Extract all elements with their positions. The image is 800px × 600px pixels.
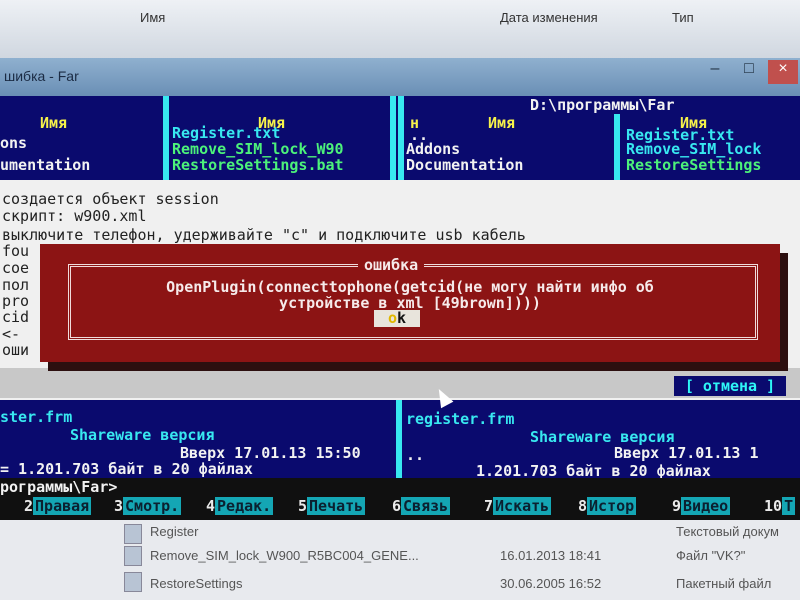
panel-path: D:\программы\Far	[530, 96, 675, 114]
key-f7-button[interactable]: Искать	[493, 497, 552, 515]
file-item[interactable]: ons	[0, 134, 27, 152]
file-item[interactable]: RestoreSettings	[626, 156, 761, 174]
file-name[interactable]: Remove_SIM_lock_W900_R5BC004_GENE...	[150, 548, 419, 563]
window-title: шибка - Far	[4, 68, 79, 84]
file-date: 16.01.2013 18:41	[500, 548, 602, 563]
total-bytes: = 1.201.703 байт в 20 файлах	[0, 460, 253, 478]
status-filename: register.frm	[406, 410, 515, 428]
minimize-icon[interactable]: –	[700, 60, 730, 84]
column-header-name[interactable]: Имя	[140, 10, 165, 25]
key-f2-button[interactable]: Правая	[33, 497, 92, 515]
file-item[interactable]: umentation	[0, 156, 90, 174]
panel-divider	[398, 96, 404, 180]
far-panels-top: Имя ons umentation Имя Register.txt Remo…	[0, 96, 800, 180]
key-number: 9	[672, 497, 682, 515]
column-header: Имя	[40, 114, 68, 132]
file-name[interactable]: Register	[150, 524, 198, 539]
key-f10-button[interactable]: Т	[782, 497, 796, 515]
far-panels-bottom: ster.frm Shareware версия Вверх 17.01.13…	[0, 400, 800, 478]
ok-hotkey: o	[387, 309, 397, 327]
key-f5-button[interactable]: Печать	[307, 497, 366, 515]
column-header: Имя	[488, 114, 516, 132]
panel-divider	[163, 96, 169, 180]
file-type: Пакетный файл	[676, 576, 772, 591]
console-line: создается объект session	[2, 190, 219, 208]
key-number: 3	[114, 497, 124, 515]
panel-divider	[396, 400, 402, 478]
explorer-file-list: Register Текстовый докум Remove_SIM_lock…	[0, 520, 800, 600]
error-dialog: ошибка OpenPlugin(connecttophone(getcid(…	[40, 244, 780, 362]
file-date: 30.06.2005 16:52	[500, 576, 602, 591]
command-prompt: рограммы\Far>	[0, 478, 118, 496]
console-line: coe	[2, 259, 30, 277]
up-info: Вверх 17.01.13 1	[614, 444, 759, 462]
column-header-type[interactable]: Тип	[672, 10, 694, 25]
file-type: Текстовый докум	[676, 524, 779, 539]
command-line[interactable]: рограммы\Far>	[0, 478, 800, 498]
console-line: fou	[2, 242, 30, 260]
key-number: 4	[206, 497, 216, 515]
window-titlebar	[0, 58, 800, 96]
file-icon	[124, 546, 142, 566]
panel-dots: ..	[406, 446, 425, 464]
explorer-header: Имя Дата изменения Тип	[0, 0, 800, 60]
ok-button[interactable]: ok	[374, 310, 420, 327]
maximize-icon[interactable]: □	[734, 60, 764, 84]
key-number: 2	[24, 497, 34, 515]
key-f8-button[interactable]: Истор	[587, 497, 637, 515]
file-type: Файл "VK?"	[676, 548, 746, 563]
key-number: 8	[578, 497, 588, 515]
key-number: 6	[392, 497, 402, 515]
file-item[interactable]: RestoreSettings.bat	[172, 156, 344, 174]
dialog-title: ошибка	[358, 256, 425, 274]
console-line: выключите телефон, удерживайте "c" и под…	[2, 226, 526, 244]
key-number: 7	[484, 497, 494, 515]
panel-divider	[614, 114, 620, 180]
status-filename: ster.frm	[0, 408, 73, 426]
key-number: 5	[298, 497, 308, 515]
console-line: cid	[2, 308, 30, 326]
file-item[interactable]: Documentation	[406, 156, 523, 174]
key-f4-button[interactable]: Редак.	[215, 497, 274, 515]
ok-label: k	[397, 309, 407, 327]
key-f3-button[interactable]: Смотр.	[123, 497, 182, 515]
function-key-bar: 2 Правая 3 Смотр. 4 Редак. 5 Печать 6 Связь 7…	[0, 497, 800, 521]
key-f9-button[interactable]: Видео	[681, 497, 731, 515]
total-bytes: 1.201.703 байт в 20 файлах	[476, 462, 711, 478]
key-number: 10	[764, 497, 783, 515]
console-line: скрипт: w900.xml	[2, 207, 147, 225]
file-name[interactable]: RestoreSettings	[150, 576, 243, 591]
close-icon[interactable]: ×	[768, 60, 798, 84]
console-line: оши	[2, 341, 30, 359]
shareware-label: Shareware версия	[70, 426, 215, 444]
column-header-date[interactable]: Дата изменения	[500, 10, 598, 25]
key-f6-button[interactable]: Связь	[401, 497, 451, 515]
text-file-icon	[124, 524, 142, 544]
panel-divider	[390, 96, 396, 180]
batch-file-icon	[124, 572, 142, 592]
cancel-button[interactable]: [ отмена ]	[674, 376, 786, 396]
